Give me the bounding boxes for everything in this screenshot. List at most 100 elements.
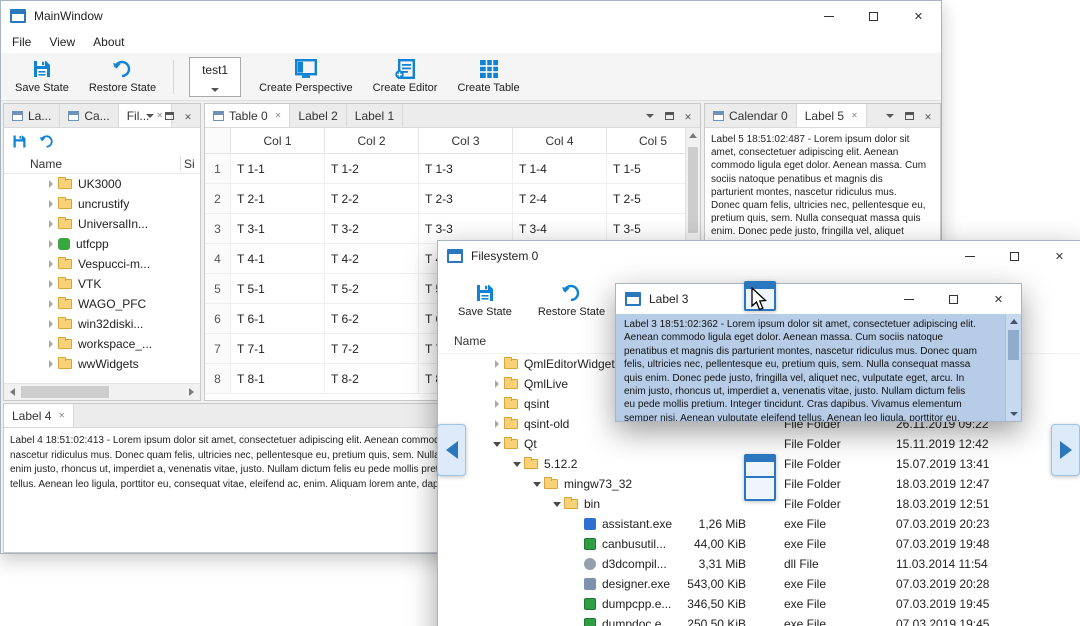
- tree-row[interactable]: UniversalIn...: [4, 214, 200, 234]
- tree-row[interactable]: canbusutil... 44,00 KiB exe File 07.03.2…: [438, 534, 1080, 554]
- table-cell[interactable]: T 3-1: [231, 214, 325, 243]
- expand-chevron-icon[interactable]: [44, 180, 58, 188]
- expand-chevron-icon[interactable]: [44, 360, 58, 368]
- column-header[interactable]: Col 2: [325, 128, 419, 153]
- tab-close-icon[interactable]: [849, 111, 858, 120]
- table-cell[interactable]: T 1-3: [419, 154, 513, 183]
- minimize-button[interactable]: [886, 284, 931, 314]
- close-button[interactable]: ✕: [896, 1, 941, 31]
- scroll-right-button[interactable]: [183, 384, 200, 400]
- column-header-name[interactable]: Name: [30, 157, 62, 171]
- create-editor-button[interactable]: Create Editor: [365, 56, 446, 97]
- close-dock-area-button[interactable]: [680, 107, 696, 124]
- maximize-button[interactable]: [992, 241, 1037, 271]
- table-cell[interactable]: T 7-2: [325, 334, 419, 363]
- column-header-size[interactable]: Si: [184, 157, 195, 171]
- row-header[interactable]: 8: [205, 364, 231, 393]
- undock-button[interactable]: [901, 107, 917, 124]
- tree-row[interactable]: designer.exe 543,00 KiB exe File 07.03.2…: [438, 574, 1080, 594]
- dock-indicator-center[interactable]: [744, 454, 776, 501]
- table-cell[interactable]: T 2-4: [513, 184, 607, 213]
- tab-close-icon[interactable]: [273, 111, 282, 120]
- table-cell[interactable]: T 5-1: [231, 274, 325, 303]
- row-header[interactable]: 3: [205, 214, 231, 243]
- close-button[interactable]: ✕: [1037, 241, 1080, 271]
- table-cell[interactable]: T 5-2: [325, 274, 419, 303]
- expand-chevron-icon[interactable]: [44, 320, 58, 328]
- menu-item[interactable]: About: [84, 31, 133, 53]
- row-header[interactable]: 5: [205, 274, 231, 303]
- expand-chevron-icon[interactable]: [490, 360, 504, 368]
- table-cell[interactable]: T 2-1: [231, 184, 325, 213]
- create-perspective-button[interactable]: Create Perspective: [251, 56, 361, 97]
- expand-chevron-icon[interactable]: [44, 240, 58, 248]
- dock-tab[interactable]: Label 4: [4, 404, 75, 427]
- expand-chevron-icon[interactable]: [490, 420, 504, 428]
- tab-close-icon[interactable]: [56, 411, 65, 420]
- row-header[interactable]: 2: [205, 184, 231, 213]
- dock-tab[interactable]: Label 1: [347, 104, 404, 127]
- expand-chevron-icon[interactable]: [490, 380, 504, 388]
- table-cell[interactable]: T 2-3: [419, 184, 513, 213]
- column-header-name[interactable]: Name: [454, 334, 486, 348]
- table-cell[interactable]: T 3-3: [419, 214, 513, 243]
- scroll-up-button[interactable]: [686, 128, 700, 143]
- dock-tab[interactable]: La...: [4, 104, 61, 127]
- expand-chevron-icon[interactable]: [44, 220, 58, 228]
- tree-row[interactable]: Vespucci-m...: [4, 254, 200, 274]
- expand-chevron-icon[interactable]: [44, 200, 58, 208]
- undock-button[interactable]: [661, 107, 677, 124]
- dock-tab[interactable]: Table 0: [205, 104, 291, 127]
- scrollbar-thumb[interactable]: [688, 147, 698, 233]
- vertical-scrollbar[interactable]: [1005, 314, 1021, 421]
- row-header[interactable]: 4: [205, 244, 231, 273]
- tree-row[interactable]: VTK: [4, 274, 200, 294]
- table-cell[interactable]: T 4-1: [231, 244, 325, 273]
- table-cell[interactable]: T 6-1: [231, 304, 325, 333]
- close-dock-area-button[interactable]: [920, 107, 936, 124]
- scrollbar-thumb[interactable]: [1008, 330, 1019, 360]
- tree-row[interactable]: UK3000: [4, 174, 200, 194]
- close-button[interactable]: ✕: [976, 284, 1021, 314]
- row-header[interactable]: 7: [205, 334, 231, 363]
- scroll-left-button[interactable]: [4, 384, 21, 400]
- expand-chevron-icon[interactable]: [530, 482, 544, 487]
- table-cell[interactable]: T 1-2: [325, 154, 419, 183]
- menu-item[interactable]: File: [3, 31, 40, 53]
- minimize-button[interactable]: [806, 1, 851, 31]
- tree-row[interactable]: dumpcpp.e... 346,50 KiB exe File 07.03.2…: [438, 594, 1080, 614]
- dock-indicator-right[interactable]: [1051, 424, 1080, 476]
- horizontal-scrollbar[interactable]: [4, 383, 200, 400]
- table-cell[interactable]: T 2-2: [325, 184, 419, 213]
- tab-list-dropdown-button[interactable]: [882, 107, 898, 124]
- menu-item[interactable]: View: [40, 31, 84, 53]
- row-header[interactable]: 6: [205, 304, 231, 333]
- maximize-button[interactable]: [931, 284, 976, 314]
- expand-chevron-icon[interactable]: [510, 462, 524, 467]
- undock-button[interactable]: [161, 107, 177, 124]
- scrollbar-thumb[interactable]: [21, 386, 109, 398]
- tree-row[interactable]: WAGO_PFC: [4, 294, 200, 314]
- table-cell[interactable]: T 4-2: [325, 244, 419, 273]
- tree-row[interactable]: assistant.exe 1,26 MiB exe File 07.03.20…: [438, 514, 1080, 534]
- expand-chevron-icon[interactable]: [44, 260, 58, 268]
- restore-state-button[interactable]: Restore State: [81, 56, 164, 97]
- close-dock-area-button[interactable]: [180, 107, 196, 124]
- row-header[interactable]: 1: [205, 154, 231, 183]
- save-state-button[interactable]: [12, 134, 27, 149]
- tree-row[interactable]: uncrustify: [4, 194, 200, 214]
- column-header[interactable]: Col 1: [231, 128, 325, 153]
- save-state-button[interactable]: Save State: [450, 280, 520, 321]
- expand-chevron-icon[interactable]: [550, 502, 564, 507]
- table-cell[interactable]: T 3-2: [325, 214, 419, 243]
- tree-row[interactable]: d3dcompil... 3,31 MiB dll File 11.03.201…: [438, 554, 1080, 574]
- dock-tab[interactable]: Label 2: [290, 104, 347, 127]
- tree-row[interactable]: utfcpp: [4, 234, 200, 254]
- column-header[interactable]: Col 3: [419, 128, 513, 153]
- tree-row[interactable]: Qt File Folder 15.11.2019 12:42: [438, 434, 1080, 454]
- table-cell[interactable]: T 3-4: [513, 214, 607, 243]
- dock-tab[interactable]: Calendar 0: [705, 104, 797, 127]
- filesystem-titlebar[interactable]: Filesystem 0 ✕: [438, 241, 1080, 271]
- table-cell[interactable]: T 7-1: [231, 334, 325, 363]
- expand-chevron-icon[interactable]: [490, 400, 504, 408]
